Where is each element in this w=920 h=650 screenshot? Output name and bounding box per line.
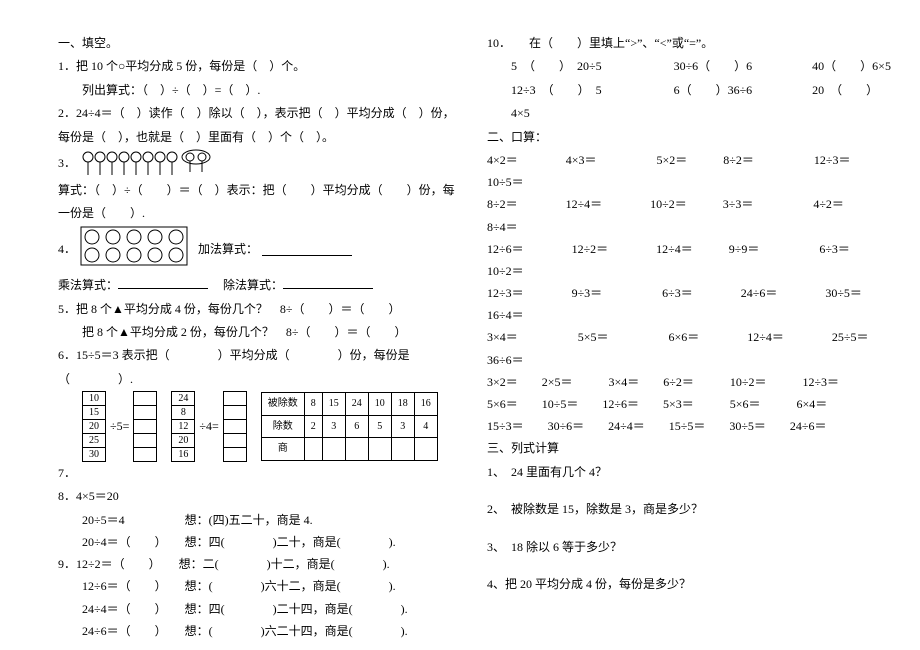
math-row: 12÷3＝ 9÷3＝ 6÷3＝ 24÷6＝ 30÷5＝ 16÷4＝ bbox=[487, 282, 892, 326]
stack-1: 1015202530 ÷5= bbox=[82, 391, 157, 462]
division-table: 被除数81524101816除数236534商 bbox=[261, 392, 438, 461]
q4-div-label: 除法算式： bbox=[223, 278, 283, 292]
right-column: 10． 在（ ）里填上“>”、“<”或“=”。 5 （ ） 20÷5 30÷6（… bbox=[487, 32, 892, 642]
q4-mul-blank bbox=[118, 276, 208, 289]
q4-mul-label: 乘法算式： bbox=[58, 278, 118, 292]
c4: 4、把 20 平均分成 4 份，每份是多少？ bbox=[487, 573, 892, 596]
q5b: 把 8 个▲平均分成 2 份，每份几个？ 8÷（ ）＝（ ） bbox=[58, 321, 463, 344]
q10b: 12÷3 （ ） 5 6（ ）36÷6 20 （ ）4×5 bbox=[487, 79, 892, 126]
q4-line2: 乘法算式： 除法算式： bbox=[58, 274, 463, 297]
q3-expr: 算式：（ ）÷（ ）＝（ ）表示：把（ ）平均分成（ ）份，每一份是（ ）. bbox=[58, 179, 463, 226]
c2: 2、 被除数是 15，除数是 3，商是多少？ bbox=[487, 498, 892, 521]
q1-line2: 列出算式：（ ）÷（ ）=（ ）. bbox=[58, 79, 463, 102]
math-row: 12÷6＝ 12÷2＝ 12÷4＝ 9÷9＝ 6÷3＝ 10÷2＝ bbox=[487, 238, 892, 282]
q3-row: 3． bbox=[58, 149, 463, 179]
math-row: 3×4＝ 5×5＝ 6×6＝ 12÷4＝ 25÷5＝ 36÷6＝ bbox=[487, 326, 892, 370]
divide-5-label: ÷5= bbox=[110, 415, 129, 438]
math-row: 5×6＝ 10÷5＝ 12÷6＝ 5×3＝ 5×6＝ 6×4＝ bbox=[487, 393, 892, 415]
q8a: 20÷5＝4 想：(四)五二十，商是 4. bbox=[58, 509, 463, 531]
q4-div-blank bbox=[283, 276, 373, 289]
lollipop-diagram bbox=[80, 149, 220, 179]
mental-math-rows: 4×2＝ 4×3＝ 5×2＝ 8÷2＝ 12÷3＝ 10÷5＝8÷2＝ 12÷4… bbox=[487, 149, 892, 437]
stack-2: 248122016 ÷4= bbox=[171, 391, 246, 462]
dots-grid-diagram bbox=[80, 226, 188, 274]
left-column: 一、填空。 1．把 10 个○平均分成 5 份，每份是（ ）个。 列出算式：（ … bbox=[58, 32, 463, 642]
c3: 3、 18 除以 6 等于多少？ bbox=[487, 536, 892, 559]
q4-number: 4． bbox=[58, 238, 76, 261]
q4-row: 4． 加法算式： bbox=[58, 226, 463, 274]
q3-number: 3． bbox=[58, 152, 76, 175]
q9-head: 9．12÷2＝（ ） 想：二( )十二，商是( ). bbox=[58, 553, 463, 575]
divide-4-label: ÷4= bbox=[199, 415, 218, 438]
q1-line1: 1．把 10 个○平均分成 5 份，每份是（ ）个。 bbox=[58, 55, 463, 78]
section-a-title: 一、填空。 bbox=[58, 32, 463, 55]
q8b: 20÷4＝（ ） 想：四( )二十，商是( ). bbox=[58, 531, 463, 553]
q7-number: 7． bbox=[58, 462, 463, 485]
q4-add-label: 加法算式： bbox=[198, 238, 258, 261]
math-row: 15÷3＝ 30÷6＝ 24÷4＝ 15÷5＝ 30÷5＝ 24÷6＝ bbox=[487, 415, 892, 437]
q5a: 5．把 8 个▲平均分成 4 份，每份几个？ 8÷（ ）＝（ ） bbox=[58, 298, 463, 321]
q9c: 24÷6＝（ ） 想：( )六二十四，商是( ). bbox=[58, 620, 463, 642]
q10-head: 10． 在（ ）里填上“>”、“<”或“=”。 bbox=[487, 32, 892, 55]
q2: 2．24÷4＝（ ）读作（ ）除以（ ），表示把（ ）平均分成（ ）份，每份是（… bbox=[58, 102, 463, 149]
q4-add-blank bbox=[262, 243, 352, 256]
math-row: 3×2＝ 2×5＝ 3×4＝ 6÷2＝ 10÷2＝ 12÷3＝ bbox=[487, 371, 892, 393]
section-b-title: 二、口算： bbox=[487, 126, 892, 149]
q7-diagram: 1015202530 ÷5= 248122016 ÷4= 被除数81524101… bbox=[82, 391, 463, 462]
q6: 6．15÷5＝3 表示把（ ）平均分成（ ）份，每份是（ ）. bbox=[58, 344, 463, 391]
q10a: 5 （ ） 20÷5 30÷6（ ）6 40（ ）6×5 bbox=[487, 55, 892, 78]
math-row: 4×2＝ 4×3＝ 5×2＝ 8÷2＝ 12÷3＝ 10÷5＝ bbox=[487, 149, 892, 193]
math-row: 8÷2＝ 12÷4＝ 10÷2＝ 3÷3＝ 4÷2＝ 8÷4＝ bbox=[487, 193, 892, 237]
q9b: 24÷4＝（ ） 想：四( )二十四，商是( ). bbox=[58, 598, 463, 620]
q9a: 12÷6＝（ ） 想：( )六十二，商是( ). bbox=[58, 575, 463, 597]
c1: 1、 24 里面有几个 4？ bbox=[487, 461, 892, 484]
section-c-title: 三、列式计算 bbox=[487, 437, 892, 460]
q8-head: 8．4×5＝20 bbox=[58, 485, 463, 508]
